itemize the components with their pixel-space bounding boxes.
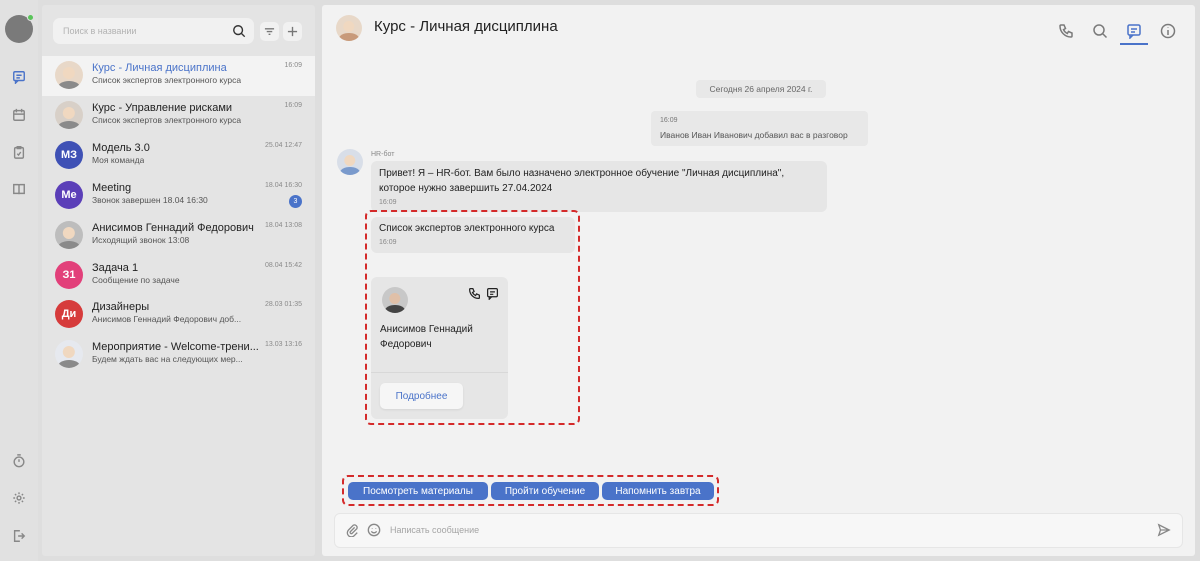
- chat-icon[interactable]: [1125, 22, 1143, 40]
- phone-icon[interactable]: [1057, 22, 1075, 40]
- chat-list-item[interactable]: Мероприятие - Welcome-трени... Будем ждат…: [42, 335, 315, 375]
- chat-last-message: Список экспертов электронного курса: [92, 75, 242, 85]
- chat-last-message: Список экспертов электронного курса: [92, 115, 242, 125]
- chat-name: Дизайнеры: [92, 301, 150, 313]
- chat-time: 08.04 15:42: [265, 262, 302, 269]
- active-tab-indicator: [1120, 43, 1148, 45]
- chat-avatar: [55, 61, 83, 89]
- message-input-placeholder: Написать сообщение: [390, 525, 480, 535]
- chat-time: 18.04 16:30: [265, 182, 302, 189]
- chat-name: Задача 1: [92, 262, 139, 274]
- chat-last-message: Звонок завершен 18.04 16:30: [92, 195, 208, 205]
- chat-title: Курс - Личная дисциплина: [374, 18, 558, 35]
- filter-button[interactable]: [260, 22, 279, 41]
- chat-avatar: [55, 101, 83, 129]
- system-message-time: 16:09: [660, 117, 678, 124]
- chat-avatar: З1: [55, 261, 83, 289]
- chat-time: 18.04 13:08: [265, 222, 302, 229]
- chat-avatar: МЗ: [55, 141, 83, 169]
- chat-avatar: Me: [55, 181, 83, 209]
- send-icon[interactable]: [1157, 523, 1173, 539]
- chat-last-message: Анисимов Геннадий Федорович доб...: [92, 314, 242, 324]
- calendar-icon[interactable]: [11, 107, 27, 123]
- chat-name: Модель 3.0: [92, 142, 150, 154]
- chat-name: Курс - Управление рисками: [92, 102, 233, 114]
- system-message: 16:09 Иванов Иван Иванович добавил вас в…: [651, 111, 868, 146]
- chat-avatar: [55, 340, 83, 368]
- paperclip-icon[interactable]: [345, 523, 361, 539]
- clipboard-icon[interactable]: [11, 144, 27, 160]
- left-rail: [0, 0, 38, 561]
- bot-name: HR-бот: [371, 151, 395, 158]
- chat-time: 16:09: [284, 102, 302, 109]
- plus-icon: [287, 26, 298, 37]
- chat-last-message: Моя команда: [92, 155, 145, 165]
- bot-message: Привет! Я – HR-бот. Вам было назначено э…: [371, 161, 827, 212]
- search-placeholder: Поиск в названии: [63, 26, 137, 36]
- search-input[interactable]: Поиск в названии: [53, 18, 254, 44]
- chat-list-item[interactable]: Анисимов Геннадий Федорович Исходящий зво…: [42, 216, 315, 256]
- chat-list-item[interactable]: Курс - Личная дисциплина Список экспертов…: [42, 56, 315, 96]
- chat-last-message: Исходящий звонок 13:08: [92, 235, 190, 245]
- timer-icon[interactable]: [11, 453, 27, 469]
- chat-avatar: [55, 221, 83, 249]
- chat-header-avatar: [336, 15, 362, 41]
- search-icon[interactable]: [232, 24, 246, 38]
- message-composer[interactable]: Написать сообщение: [334, 513, 1183, 548]
- gear-icon[interactable]: [11, 490, 27, 506]
- filter-icon: [264, 28, 275, 35]
- book-icon[interactable]: [11, 181, 27, 197]
- highlight-box-experts: [365, 210, 580, 425]
- bot-avatar: [337, 149, 363, 175]
- add-chat-button[interactable]: [283, 22, 302, 41]
- chat-time: 16:09: [284, 62, 302, 69]
- system-message-text: Иванов Иван Иванович добавил вас в разго…: [660, 130, 848, 140]
- chat-last-message: Будем ждать вас на следующих мер...: [92, 354, 243, 364]
- info-icon[interactable]: [1159, 22, 1177, 40]
- date-divider: Сегодня 26 апреля 2024 г.: [696, 80, 826, 98]
- chat-list-item[interactable]: МЗ Модель 3.0 Моя команда 25.04 12:47: [42, 136, 315, 176]
- chat-name: Мероприятие - Welcome-трени...: [92, 341, 259, 353]
- chat-name: Курс - Личная дисциплина: [92, 62, 227, 74]
- chat-list-item[interactable]: Ди Дизайнеры Анисимов Геннадий Федорович д…: [42, 295, 315, 335]
- user-avatar[interactable]: [5, 14, 34, 43]
- chat-list-item[interactable]: Me Meeting Звонок завершен 18.04 16:30 18.0…: [42, 176, 315, 216]
- logout-icon[interactable]: [11, 528, 27, 544]
- chat-time: 25.04 12:47: [265, 142, 302, 149]
- chat-name: Анисимов Геннадий Федорович: [92, 222, 254, 234]
- search-icon[interactable]: [1091, 22, 1109, 40]
- chat-time: 13.03 13:16: [265, 341, 302, 348]
- bot-message-line1: Привет! Я – HR-бот. Вам было назначено э…: [379, 168, 785, 179]
- chat-time: 28.03 01:35: [265, 301, 302, 308]
- emoji-icon[interactable]: [367, 523, 383, 539]
- chat-icon[interactable]: [11, 69, 27, 85]
- bot-message-time: 16:09: [379, 199, 397, 206]
- chat-name: Meeting: [92, 182, 132, 194]
- chat-avatar: Ди: [55, 300, 83, 328]
- bot-message-line2: которое нужно завершить 27.04.2024: [379, 183, 553, 194]
- chat-list-item[interactable]: З1 Задача 1 Сообщение по задаче 08.04 15:42: [42, 256, 315, 296]
- chat-main: Курс - Личная дисциплина Сегодня 26 апре…: [322, 5, 1195, 556]
- chat-last-message: Сообщение по задаче: [92, 275, 180, 285]
- unread-badge: 3: [289, 195, 302, 208]
- chat-list-panel: Поиск в названии Курс - Личная дисциплин…: [42, 5, 315, 556]
- chat-list-item[interactable]: Курс - Управление рисками Список эксперто…: [42, 96, 315, 136]
- highlight-box-quick-replies: [342, 475, 719, 506]
- online-status-dot: [27, 14, 34, 21]
